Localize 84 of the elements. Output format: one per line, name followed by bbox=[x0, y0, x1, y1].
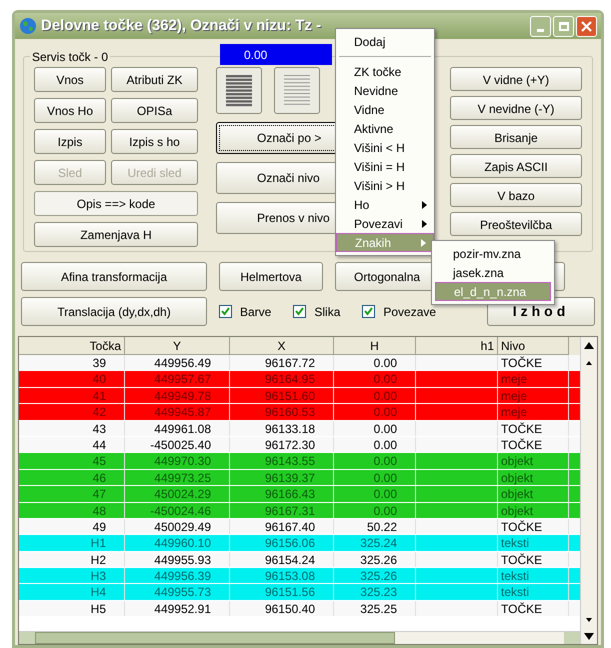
table-cell: 96153.08 bbox=[264, 568, 315, 584]
checkbox-label: Slika bbox=[314, 304, 340, 320]
table-cell: 96167.31 bbox=[264, 502, 315, 518]
table-cell: 325.24 bbox=[360, 535, 397, 551]
table-cell: 449949.78 bbox=[154, 388, 211, 404]
table-cell: 96150.40 bbox=[264, 600, 315, 616]
table-cell: 449960.10 bbox=[154, 535, 211, 551]
table-cell: 96167.72 bbox=[264, 355, 315, 370]
table-cell: 449952.91 bbox=[154, 600, 211, 616]
table-cell: 449957.67 bbox=[154, 371, 211, 387]
table-cell: TOČKE bbox=[501, 355, 542, 370]
table-cell: 449973.25 bbox=[154, 470, 211, 486]
table-cell: meje bbox=[501, 388, 528, 404]
checkbox-label: Povezave bbox=[383, 304, 436, 320]
table-cell: 0.00 bbox=[374, 371, 397, 387]
table-cell: 96151.56 bbox=[264, 584, 315, 600]
table-cell: 0.00 bbox=[374, 388, 397, 404]
table-cell: 44 bbox=[92, 436, 106, 452]
table-cell: 39 bbox=[92, 355, 106, 370]
table-cell: objekt bbox=[501, 470, 534, 486]
table-cell: 325.26 bbox=[360, 552, 397, 568]
table-cell: meje bbox=[501, 371, 528, 387]
table-cell: 0.00 bbox=[374, 486, 397, 502]
table-cell: 47 bbox=[92, 486, 106, 502]
table-cell: 0.00 bbox=[374, 470, 397, 486]
table-cell: 96156.06 bbox=[264, 535, 315, 551]
table-cell: 449955.93 bbox=[154, 552, 211, 568]
table-cell: 0.00 bbox=[374, 404, 397, 420]
table-cell: -450025.40 bbox=[150, 436, 211, 452]
table-cell: 450029.49 bbox=[154, 518, 211, 534]
table-cell: H5 bbox=[90, 600, 106, 616]
table-cell: 42 bbox=[92, 404, 106, 420]
table-cell: 46 bbox=[92, 470, 106, 486]
table-cell: 449955.73 bbox=[154, 584, 211, 600]
table-cell: TOČKE bbox=[501, 436, 542, 452]
table-cell: -450024.46 bbox=[150, 502, 211, 518]
table-cell: meje bbox=[501, 404, 528, 420]
table-cell: 50.22 bbox=[366, 518, 397, 534]
table-cell: 41 bbox=[92, 388, 106, 404]
table-cell: 449970.30 bbox=[154, 453, 211, 469]
table-cell: 96172.30 bbox=[264, 436, 315, 452]
table-cell: 449961.08 bbox=[154, 420, 211, 436]
table-cell: TOČKE bbox=[501, 600, 542, 616]
table-cell: 0.00 bbox=[374, 420, 397, 436]
table-cell: 96166.43 bbox=[264, 486, 315, 502]
table-cell: 449956.49 bbox=[154, 355, 211, 370]
table-cell: teksti bbox=[501, 535, 530, 551]
table-cell: 450024.29 bbox=[154, 486, 211, 502]
table-cell: H4 bbox=[90, 584, 106, 600]
table-cell: 96143.55 bbox=[264, 453, 315, 469]
table-cell: H3 bbox=[90, 568, 106, 584]
window-title: Delovne točke (362), Označi v nizu: Tz - bbox=[41, 16, 322, 36]
table-cell: TOČKE bbox=[501, 552, 542, 568]
table-cell: 325.23 bbox=[360, 584, 397, 600]
table-cell: 43 bbox=[92, 420, 106, 436]
table-cell: 325.25 bbox=[360, 600, 397, 616]
table-cell: 449956.39 bbox=[154, 568, 211, 584]
table-cell: objekt bbox=[501, 502, 534, 518]
table-cell: TOČKE bbox=[501, 518, 542, 534]
table-cell: 96164.95 bbox=[264, 371, 315, 387]
table-cell: 325.26 bbox=[360, 568, 397, 584]
table-cell: 96154.24 bbox=[264, 552, 315, 568]
table-cell: 96139.37 bbox=[264, 470, 315, 486]
table-cell: objekt bbox=[501, 453, 534, 469]
table-cell: 0.00 bbox=[374, 355, 397, 370]
table-cell: H1 bbox=[90, 535, 106, 551]
table-cell: 49 bbox=[92, 518, 106, 534]
table-cell: 449945.87 bbox=[154, 404, 211, 420]
table-cell: 0.00 bbox=[374, 502, 397, 518]
table-cell: 45 bbox=[92, 453, 106, 469]
table-cell: 40 bbox=[92, 371, 106, 387]
table-cell: objekt bbox=[501, 486, 534, 502]
checkbox-label: Barve bbox=[240, 304, 272, 320]
table-cell: teksti bbox=[501, 568, 530, 584]
table-cell: 0.00 bbox=[374, 453, 397, 469]
table-cell: 96167.40 bbox=[264, 518, 315, 534]
table-cell: 48 bbox=[92, 502, 106, 518]
table-cell: 96133.18 bbox=[264, 420, 315, 436]
table-cell: TOČKE bbox=[501, 420, 542, 436]
table-cell: 96151.60 bbox=[264, 388, 315, 404]
table-cell: 96160.53 bbox=[264, 404, 315, 420]
table-cell: 0.00 bbox=[374, 436, 397, 452]
table-cell: teksti bbox=[501, 584, 530, 600]
table-cell: H2 bbox=[90, 552, 106, 568]
